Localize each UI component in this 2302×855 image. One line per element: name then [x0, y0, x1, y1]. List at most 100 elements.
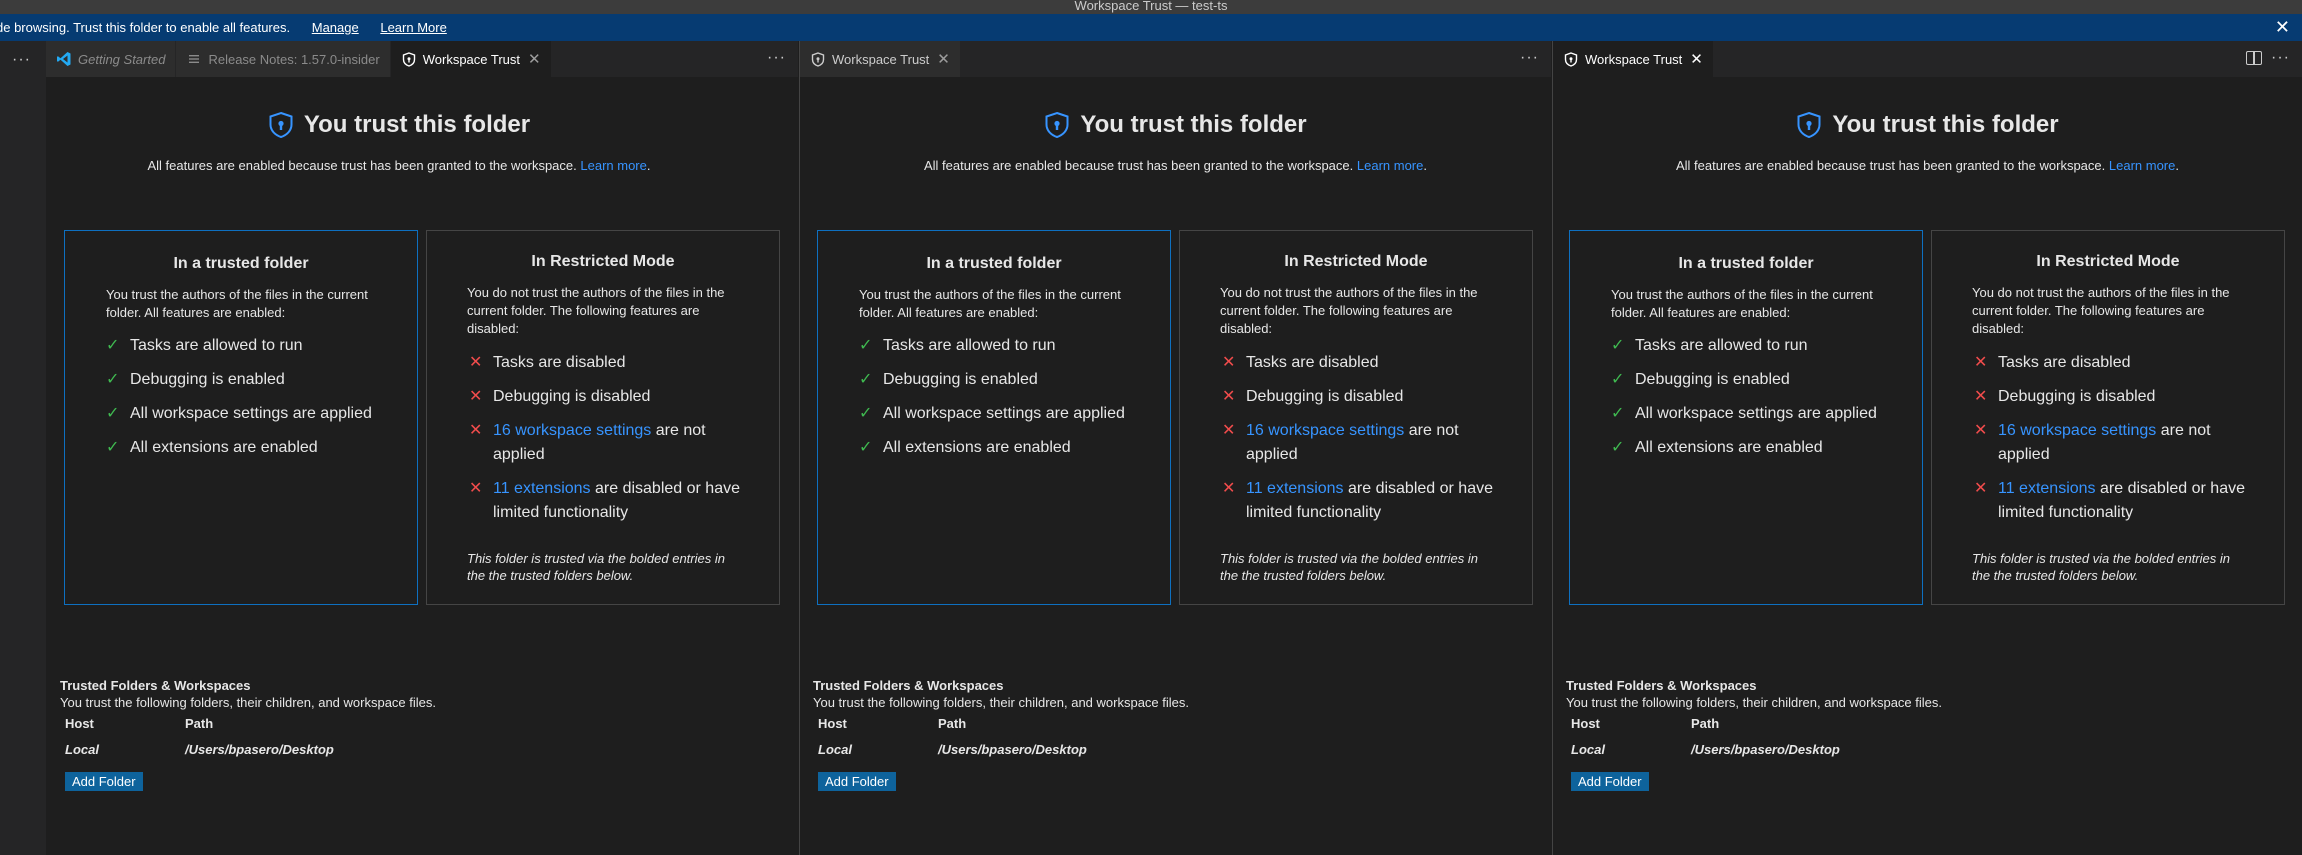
banner-message: de browsing. Trust this folder to enable… — [0, 20, 291, 35]
tab-label: Release Notes: 1.57.0-insider — [208, 51, 380, 67]
column-path: Path — [1691, 716, 1720, 731]
card-description: You trust the authors of the files in th… — [859, 287, 1121, 320]
tab-release-notes[interactable]: Release Notes: 1.57.0-insider — [176, 41, 391, 77]
list-item: ✕ 11 extensions are disabled or have limi… — [1974, 477, 2264, 525]
restricted-card: In Restricted Mode You do not trust the … — [1179, 230, 1533, 605]
table-row[interactable]: Local /Users/bpasero/Desktop — [1566, 742, 2266, 762]
item-text: Tasks are allowed to run — [130, 337, 303, 354]
table-row[interactable]: Local /Users/bpasero/Desktop — [813, 742, 1513, 762]
trusted-via-note: This folder is trusted via the bolded en… — [1220, 551, 1478, 583]
check-icon: ✓ — [859, 337, 873, 354]
add-folder-button[interactable]: Add Folder — [1571, 772, 1649, 791]
check-icon: ✓ — [1611, 371, 1625, 388]
workspace-settings-link[interactable]: 16 workspace settings — [493, 422, 651, 439]
list-item: ✓ Tasks are allowed to run — [859, 334, 1150, 358]
card-title: In Restricted Mode — [531, 253, 675, 270]
cross-icon: ✕ — [1974, 422, 1988, 439]
learn-more-link[interactable]: Learn more — [580, 158, 646, 173]
section-title: Trusted Folders & Workspaces — [60, 678, 251, 693]
page-title: You trust this folder — [268, 111, 530, 139]
trusted-card: In a trusted folder You trust the author… — [817, 230, 1171, 605]
card-title: In Restricted Mode — [2036, 253, 2180, 270]
list-item: ✕ Tasks are disabled — [1974, 351, 2264, 375]
feature-list: ✕ Tasks are disabled ✕ Debugging is disabl… — [1222, 351, 1512, 535]
trust-header: You trust this folder — [1553, 111, 2302, 144]
cross-icon: ✕ — [469, 388, 483, 405]
check-icon: ✓ — [106, 439, 120, 456]
item-text: Debugging is disabled — [1998, 388, 2156, 405]
tab-label: Getting Started — [78, 51, 166, 67]
tab-bar: Workspace Trust ✕ ··· — [1553, 41, 2302, 77]
cross-icon: ✕ — [1974, 354, 1988, 371]
list-item: ✓ Debugging is enabled — [859, 368, 1150, 392]
close-icon[interactable]: ✕ — [528, 50, 541, 68]
list-item: ✕ Debugging is disabled — [1222, 385, 1512, 409]
check-icon: ✓ — [106, 405, 120, 422]
section-description: You trust the following folders, their c… — [60, 695, 436, 710]
item-text: All extensions are enabled — [130, 439, 318, 456]
column-path: Path — [185, 716, 214, 731]
shield-icon — [269, 111, 293, 139]
window-title: Workspace Trust — test-ts — [1074, 0, 1228, 13]
tab-workspace-trust[interactable]: Workspace Trust ✕ — [800, 41, 961, 77]
more-actions-icon[interactable]: ··· — [2271, 49, 2290, 67]
check-icon: ✓ — [106, 337, 120, 354]
split-editor-icon[interactable] — [2246, 51, 2262, 65]
cell-path: /Users/bpasero/Desktop — [1691, 742, 1840, 757]
tab-workspace-trust[interactable]: Workspace Trust ✕ — [390, 41, 552, 77]
banner-close-icon[interactable]: ✕ — [2275, 18, 2290, 36]
editor-group-2: Workspace Trust ✕ ··· You trust this fol… — [799, 41, 1551, 855]
item-text: 16 workspace settings are not applied — [1998, 419, 2264, 467]
extensions-link[interactable]: 11 extensions — [1998, 480, 2096, 497]
card-description: You trust the authors of the files in th… — [106, 287, 368, 320]
item-text: All workspace settings are applied — [883, 405, 1125, 422]
restricted-card: In Restricted Mode You do not trust the … — [426, 230, 780, 605]
card-title: In a trusted folder — [173, 255, 309, 272]
subtext-text: All features are enabled because trust h… — [923, 158, 1354, 173]
workspace-settings-link[interactable]: 16 workspace settings — [1998, 422, 2156, 439]
vscode-logo-icon — [56, 51, 72, 67]
cross-icon: ✕ — [469, 422, 483, 439]
item-text: 11 extensions are disabled or have limit… — [1998, 477, 2264, 525]
add-folder-button[interactable]: Add Folder — [65, 772, 143, 791]
list-item: ✕ 16 workspace settings are not applied — [469, 419, 759, 467]
trust-subtext: All features are enabled because trust h… — [1553, 158, 2302, 173]
cross-icon: ✕ — [1222, 388, 1236, 405]
restricted-card: In Restricted Mode You do not trust the … — [1931, 230, 2285, 605]
shield-icon — [1045, 111, 1069, 139]
shield-icon — [1797, 111, 1821, 139]
item-text: Tasks are disabled — [1998, 354, 2131, 371]
card-description: You trust the authors of the files in th… — [1611, 287, 1873, 320]
add-folder-button[interactable]: Add Folder — [818, 772, 896, 791]
tab-getting-started[interactable]: Getting Started — [46, 41, 177, 77]
list-item: ✓ All extensions are enabled — [859, 436, 1150, 460]
banner-manage-link[interactable]: Manage — [312, 20, 359, 35]
feature-list: ✕ Tasks are disabled ✕ Debugging is disabl… — [469, 351, 759, 535]
cross-icon: ✕ — [469, 354, 483, 371]
more-actions-icon[interactable]: ··· — [1520, 49, 1539, 67]
page-title: You trust this folder — [1796, 111, 2059, 139]
extensions-link[interactable]: 11 extensions — [1246, 480, 1344, 497]
close-icon[interactable]: ✕ — [937, 50, 950, 68]
subtext-text: All features are enabled because trust h… — [1675, 158, 2106, 173]
banner-learn-more-link[interactable]: Learn More — [380, 20, 446, 35]
learn-more-link[interactable]: Learn more — [1357, 158, 1423, 173]
tab-workspace-trust[interactable]: Workspace Trust ✕ — [1553, 41, 1714, 77]
list-item: ✓ All workspace settings are applied — [859, 402, 1150, 426]
feature-list: ✕ Tasks are disabled ✕ Debugging is disabl… — [1974, 351, 2264, 535]
more-actions-icon[interactable]: ··· — [12, 51, 31, 69]
table-row[interactable]: Local /Users/bpasero/Desktop — [60, 742, 760, 762]
close-icon[interactable]: ✕ — [1690, 50, 1703, 68]
check-icon: ✓ — [859, 371, 873, 388]
learn-more-link[interactable]: Learn more — [2109, 158, 2175, 173]
feature-list: ✓ Tasks are allowed to run ✓ Debugging is … — [106, 334, 397, 470]
cross-icon: ✕ — [1222, 422, 1236, 439]
extensions-link[interactable]: 11 extensions — [493, 480, 591, 497]
cross-icon: ✕ — [1974, 480, 1988, 497]
trusted-folders-section: Trusted Folders & Workspaces You trust t… — [1566, 678, 2266, 791]
shield-icon — [1563, 51, 1579, 67]
workspace-settings-link[interactable]: 16 workspace settings — [1246, 422, 1404, 439]
item-text: All workspace settings are applied — [1635, 405, 1877, 422]
check-icon: ✓ — [1611, 405, 1625, 422]
more-actions-icon[interactable]: ··· — [767, 49, 786, 67]
